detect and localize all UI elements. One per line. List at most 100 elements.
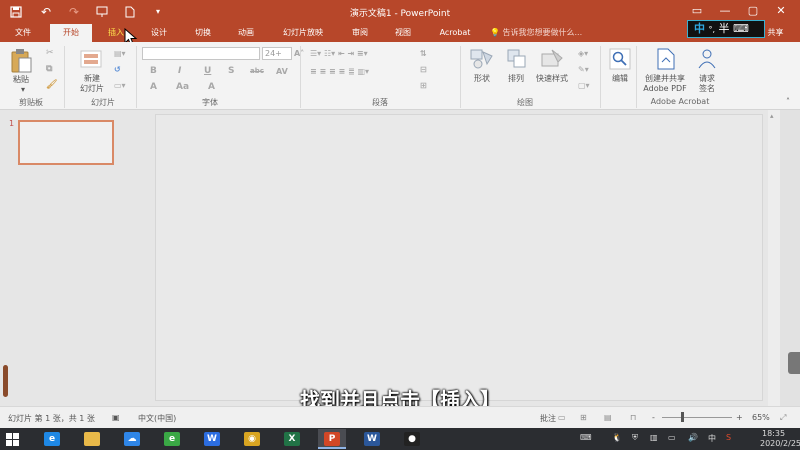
request-signature-label-2[interactable]: 签名 — [692, 84, 722, 94]
tray-volume-icon[interactable]: 🔊 — [688, 433, 698, 442]
create-share-label-1[interactable]: 创建并共享 — [638, 74, 692, 84]
taskbar-app-powerpoint[interactable]: P — [318, 429, 346, 449]
shapes-icon[interactable] — [470, 48, 494, 72]
cut-icon[interactable]: ✂ — [46, 48, 54, 59]
layout-icon[interactable]: ▤▾ — [114, 48, 126, 59]
tray-network-icon[interactable]: ▥ — [650, 433, 658, 442]
wps-icon: W — [204, 432, 220, 446]
spellcheck-icon[interactable]: ▣ — [112, 413, 120, 422]
close-button[interactable]: ✕ — [767, 0, 795, 24]
divider — [636, 46, 637, 108]
normal-view-icon[interactable]: ▭ — [558, 413, 566, 422]
new-slide-icon[interactable] — [80, 48, 104, 72]
create-share-label-2[interactable]: Adobe PDF — [638, 84, 692, 94]
tab-slideshow[interactable]: 幻灯片放映 — [274, 24, 332, 42]
tab-transitions[interactable]: 切换 — [184, 24, 222, 42]
taskbar-app-recorder[interactable]: ● — [398, 429, 426, 449]
tab-home[interactable]: 开始 — [50, 24, 92, 42]
request-signature-label-1[interactable]: 请求 — [692, 74, 722, 84]
taskbar-app-excel[interactable]: X — [278, 429, 306, 449]
zoom-out-button[interactable]: - — [652, 413, 655, 422]
quick-styles-label[interactable]: 快速样式 — [530, 74, 574, 84]
arrange-icon[interactable] — [506, 48, 528, 72]
align-text-icon[interactable]: ⊟ — [420, 64, 427, 75]
tray-keyboard-icon[interactable]: ⌨ — [580, 433, 592, 442]
taskbar-app-baidu-netdisk[interactable]: ☁ — [118, 429, 146, 449]
slide-thumbnail[interactable] — [18, 120, 114, 165]
editing-label[interactable]: 编辑 — [604, 74, 636, 84]
collapse-ribbon-icon[interactable]: ˄ — [782, 97, 794, 107]
comments-button[interactable]: 批注 — [540, 413, 556, 424]
underline-button[interactable]: U — [204, 66, 211, 77]
clock-time[interactable]: 18:35 — [762, 429, 785, 438]
zoom-slider[interactable] — [662, 417, 732, 418]
reading-view-icon[interactable]: ▤ — [604, 413, 612, 422]
slideshow-icon[interactable]: ⊓ — [630, 413, 636, 422]
paste-label[interactable]: 粘贴 — [6, 75, 36, 85]
new-slide-label-2[interactable]: 幻灯片 — [72, 84, 112, 94]
tray-shield-icon[interactable]: ⛨ — [632, 433, 638, 443]
side-panel-handle[interactable] — [788, 352, 800, 374]
format-painter-icon[interactable]: 🖌 — [46, 80, 57, 91]
acrobat-group-label: Adobe Acrobat — [650, 97, 710, 106]
taskbar-app-chrome[interactable]: ◉ — [238, 429, 266, 449]
clock-date[interactable]: 2020/2/25 — [760, 439, 800, 448]
ime-toolbar[interactable]: 中 °, 半 ⌨ — [687, 20, 765, 38]
taskbar-app-ie[interactable]: e — [38, 429, 66, 449]
slide-canvas[interactable] — [155, 114, 763, 401]
fit-to-window-icon[interactable]: ⤢ — [780, 413, 786, 423]
quick-styles-icon[interactable] — [540, 48, 564, 72]
tray-qq-icon[interactable]: 🐧 — [612, 433, 622, 442]
text-shadow-button[interactable]: S — [228, 66, 234, 77]
zoom-in-button[interactable]: + — [736, 413, 743, 422]
shape-fill-icon[interactable]: ◈▾ — [578, 48, 588, 59]
tray-battery-icon[interactable]: ▭ — [668, 433, 676, 442]
paste-icon[interactable] — [10, 48, 32, 76]
strikethrough-button[interactable]: abc — [250, 66, 264, 77]
font-color-button[interactable]: A — [150, 82, 157, 93]
align-icons[interactable]: ≡ ≡ ≡ ≡ ≣ ▥▾ — [310, 66, 369, 77]
taskbar-app-explorer[interactable] — [78, 429, 106, 449]
character-spacing-button[interactable]: AV — [276, 66, 288, 77]
chevron-down-icon[interactable]: ▾ — [18, 85, 28, 95]
taskbar-app-360-browser[interactable]: e — [158, 429, 186, 449]
shape-outline-icon[interactable]: ✎▾ — [578, 64, 589, 75]
taskbar-app-wps[interactable]: W — [198, 429, 226, 449]
zoom-level[interactable]: 65% — [752, 413, 770, 422]
tell-me-search[interactable]: 💡 告诉我您想要做什么... — [490, 24, 582, 42]
bullets-icon[interactable]: ☰▾ ☷▾ ⇤ ⇥ ≡▾ — [310, 48, 368, 59]
vertical-scrollbar[interactable]: ▴ — [768, 110, 780, 406]
section-icon[interactable]: ▭▾ — [114, 80, 126, 91]
tab-acrobat[interactable]: Acrobat — [432, 24, 478, 42]
request-signature-icon[interactable] — [697, 48, 717, 72]
scroll-up-icon[interactable]: ▴ — [770, 112, 774, 120]
shapes-label[interactable]: 形状 — [466, 74, 498, 84]
smartart-icon[interactable]: ⊞ — [420, 80, 427, 91]
search-icon[interactable] — [609, 48, 631, 72]
clear-formatting-button[interactable]: A — [208, 82, 215, 93]
language-indicator[interactable]: 中文(中国) — [138, 413, 176, 424]
change-case-button[interactable]: Aa — [176, 82, 189, 93]
tab-review[interactable]: 审阅 — [340, 24, 380, 42]
start-icon[interactable] — [6, 433, 19, 448]
tab-view[interactable]: 视图 — [384, 24, 422, 42]
font-size-field[interactable]: 24+ — [262, 47, 292, 60]
tab-file[interactable]: 文件 — [4, 24, 42, 42]
font-name-field[interactable] — [142, 47, 260, 60]
tab-animations[interactable]: 动画 — [226, 24, 266, 42]
slide-sorter-icon[interactable]: ⊞ — [580, 413, 587, 422]
create-pdf-icon[interactable] — [656, 48, 676, 72]
copy-icon[interactable]: ⧉ — [46, 64, 52, 75]
zoom-slider-thumb[interactable] — [681, 412, 684, 422]
tab-design[interactable]: 设计 — [140, 24, 178, 42]
shape-effects-icon[interactable]: ▢▾ — [578, 80, 590, 91]
text-direction-icon[interactable]: ⇅ — [420, 48, 427, 59]
tray-ime[interactable]: 中 — [708, 433, 716, 444]
taskbar-app-word[interactable]: W — [358, 429, 386, 449]
reset-icon[interactable]: ↺ — [114, 64, 121, 75]
italic-button[interactable]: I — [178, 66, 181, 77]
new-slide-label-1[interactable]: 新建 — [72, 74, 112, 84]
tray-sogou-icon[interactable]: S — [726, 433, 731, 442]
bold-button[interactable]: B — [150, 66, 157, 77]
arrange-label[interactable]: 排列 — [500, 74, 532, 84]
